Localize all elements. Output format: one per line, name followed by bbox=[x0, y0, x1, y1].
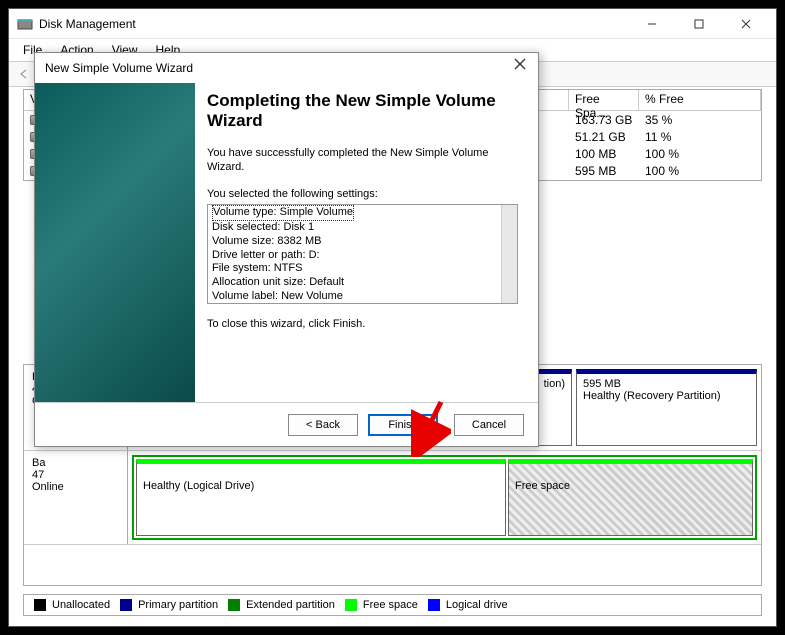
maximize-button[interactable] bbox=[676, 10, 721, 38]
close-button[interactable] bbox=[723, 10, 768, 38]
legend: Unallocated Primary partition Extended p… bbox=[23, 594, 762, 616]
window-title: Disk Management bbox=[39, 17, 629, 31]
col-pctfree[interactable]: % Free bbox=[639, 90, 761, 111]
finish-button[interactable]: Finish bbox=[368, 414, 438, 436]
app-icon bbox=[17, 16, 33, 32]
titlebar[interactable]: Disk Management bbox=[9, 9, 776, 39]
back-button[interactable]: < Back bbox=[288, 414, 358, 436]
back-icon[interactable] bbox=[13, 63, 35, 85]
swatch-extended bbox=[228, 599, 240, 611]
col-freespace[interactable]: Free Spa... bbox=[569, 90, 639, 111]
wizard-sidebar-image bbox=[35, 83, 195, 402]
swatch-unallocated bbox=[34, 599, 46, 611]
wizard-text: To close this wizard, click Finish. bbox=[207, 318, 518, 330]
disk-management-window: Disk Management File Action View Help ? … bbox=[8, 8, 777, 627]
swatch-free bbox=[345, 599, 357, 611]
wizard-settings-list[interactable]: Volume type: Simple Volume Disk selected… bbox=[207, 204, 518, 304]
swatch-logical bbox=[428, 599, 440, 611]
recovery-partition[interactable]: 595 MB Healthy (Recovery Partition) bbox=[576, 369, 757, 446]
minimize-button[interactable] bbox=[629, 10, 674, 38]
wizard-title[interactable]: New Simple Volume Wizard bbox=[35, 53, 538, 83]
wizard-heading: Completing the New Simple Volume Wizard bbox=[207, 91, 518, 132]
free-space-partition[interactable]: Free space bbox=[508, 459, 753, 536]
disk1-label[interactable]: Ba 47 Online bbox=[24, 451, 128, 544]
wizard-dialog: New Simple Volume Wizard Completing the … bbox=[34, 52, 539, 447]
cancel-button[interactable]: Cancel bbox=[454, 414, 524, 436]
wizard-text: You selected the following settings: bbox=[207, 188, 518, 200]
wizard-text: You have successfully completed the New … bbox=[207, 146, 518, 175]
logical-drive-partition[interactable]: Healthy (Logical Drive) bbox=[136, 459, 506, 536]
swatch-primary bbox=[120, 599, 132, 611]
wizard-close-button[interactable] bbox=[508, 57, 532, 77]
scrollbar[interactable] bbox=[501, 205, 517, 303]
